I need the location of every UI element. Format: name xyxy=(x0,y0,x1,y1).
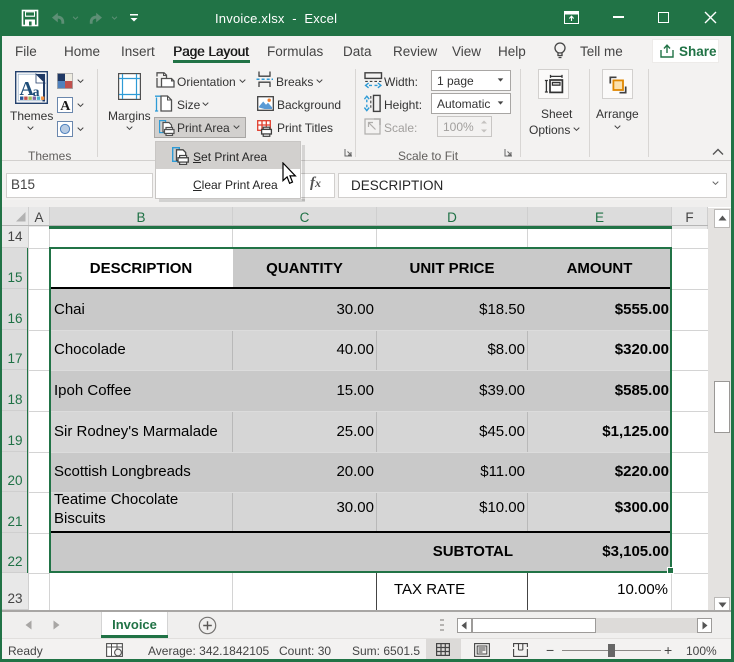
svg-text:A: A xyxy=(60,99,71,113)
